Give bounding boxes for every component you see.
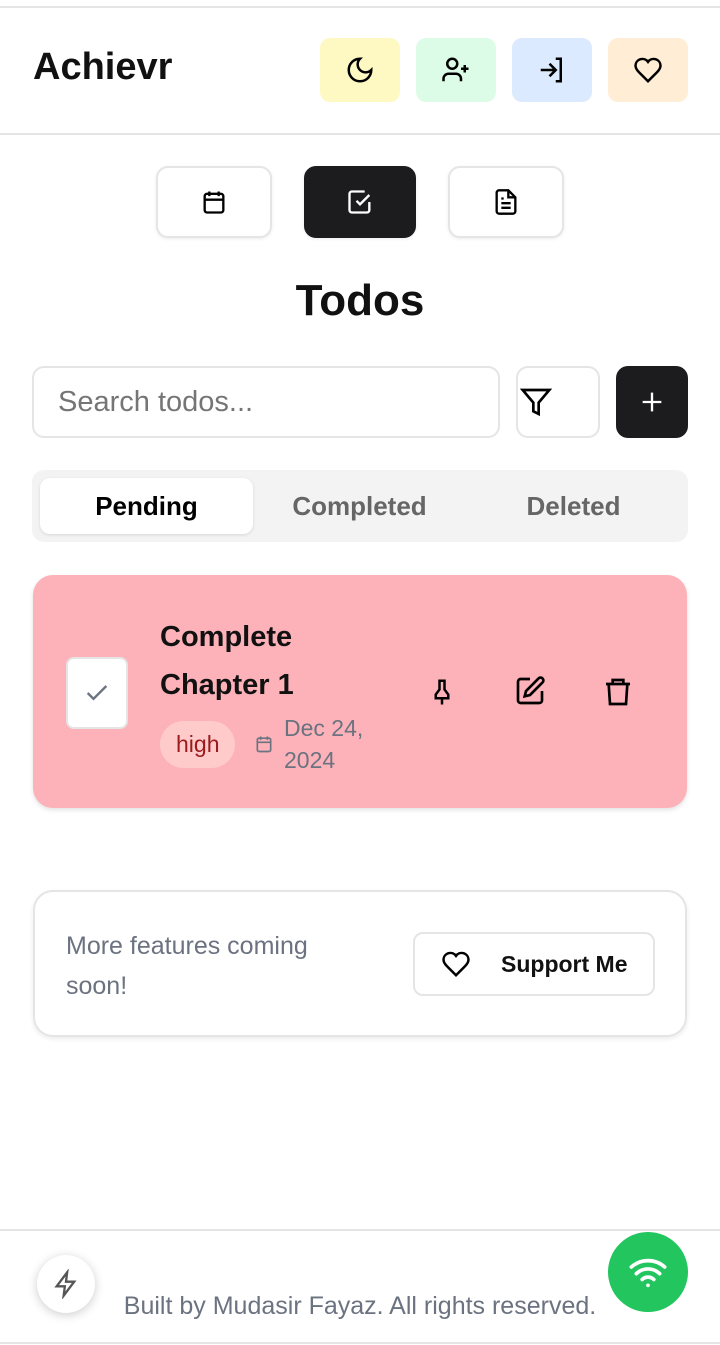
document-icon: [495, 189, 517, 215]
pin-icon[interactable]: [427, 675, 457, 709]
favorite-button[interactable]: [608, 38, 688, 102]
online-status-button[interactable]: [608, 1232, 688, 1312]
search-input[interactable]: [32, 366, 500, 438]
nav-notes-button[interactable]: [448, 166, 564, 238]
calendar-icon: [256, 736, 272, 753]
todo-title-line: Complete: [160, 621, 293, 653]
promo-card: More features coming soon! Support Me: [33, 890, 687, 1037]
login-button[interactable]: [512, 38, 592, 102]
user-plus-icon: [442, 57, 469, 82]
app-title: Achievr: [33, 46, 173, 88]
support-me-label: Support Me: [501, 950, 628, 977]
add-todo-button[interactable]: [616, 366, 688, 438]
wifi-icon: [629, 1258, 667, 1288]
login-icon: [540, 57, 562, 83]
todo-title-line: Chapter 1: [160, 669, 294, 701]
moon-icon: [347, 57, 373, 83]
page-title: Todos: [295, 276, 425, 325]
promo-text: More features coming soon!: [66, 926, 308, 1006]
theme-toggle-button[interactable]: [320, 38, 400, 102]
edit-icon[interactable]: [514, 675, 546, 707]
todo-complete-checkbox[interactable]: [66, 657, 128, 729]
nav-calendar-button[interactable]: [156, 166, 272, 238]
checkbox-icon: [348, 190, 371, 214]
footer-text: Built by Mudasir Fayaz. All rights reser…: [123, 1292, 597, 1320]
filter-icon: [520, 388, 552, 417]
promo-text-line: soon!: [66, 972, 128, 1000]
trash-icon[interactable]: [602, 675, 634, 709]
tab-pending[interactable]: Pending: [40, 478, 253, 534]
todo-title: Complete Chapter 1: [160, 613, 294, 709]
priority-badge: high: [160, 721, 236, 768]
signup-button[interactable]: [416, 38, 496, 102]
todo-card: Complete Chapter 1 high Dec 24, 2024: [33, 575, 687, 808]
support-me-button[interactable]: Support Me: [413, 932, 655, 996]
due-date: Dec 24, 2024: [284, 712, 363, 776]
heart-icon: [634, 57, 662, 84]
filter-button[interactable]: [516, 366, 600, 438]
promo-text-line: More features coming: [66, 932, 308, 960]
nav-todos-button[interactable]: [304, 166, 416, 238]
calendar-icon: [203, 191, 225, 214]
quick-action-button[interactable]: [37, 1255, 95, 1313]
tab-completed[interactable]: Completed: [253, 478, 466, 534]
plus-icon: [642, 392, 662, 412]
lightning-icon: [54, 1269, 77, 1299]
due-date-line: 2024: [284, 747, 336, 773]
heart-icon: [442, 951, 470, 978]
check-icon: [86, 685, 108, 701]
tab-deleted[interactable]: Deleted: [467, 478, 680, 534]
due-date-line: Dec 24,: [284, 715, 364, 741]
